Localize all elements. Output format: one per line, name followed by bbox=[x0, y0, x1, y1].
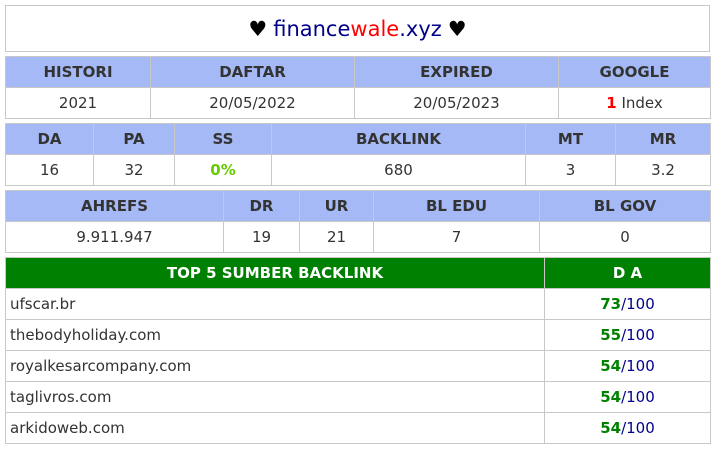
col-bl-gov: BL GOV bbox=[539, 190, 711, 222]
bl-edu-value: 7 bbox=[373, 221, 540, 253]
col-ahrefs: AHREFS bbox=[5, 190, 224, 222]
google-index-count: 1 bbox=[606, 94, 617, 112]
da-max: 100 bbox=[626, 419, 655, 437]
table-header-row: HISTORI DAFTAR EXPIRED GOOGLE bbox=[5, 56, 711, 88]
mt-value: 3 bbox=[525, 154, 616, 186]
backlink-site: taglivros.com bbox=[5, 381, 545, 413]
da-score: 54 bbox=[600, 388, 622, 406]
table-header-row: TOP 5 SUMBER BACKLINK D A bbox=[5, 257, 711, 289]
da-score: 73 bbox=[600, 295, 622, 313]
da-value: 16 bbox=[5, 154, 94, 186]
table-row: 9.911.947 19 21 7 0 bbox=[5, 221, 711, 253]
metrics-table: DA PA SS BACKLINK MT MR 16 32 0% 680 3 3… bbox=[5, 123, 711, 186]
ahrefs-value: 9.911.947 bbox=[5, 221, 224, 253]
da-max: 100 bbox=[626, 295, 655, 313]
col-google: GOOGLE bbox=[558, 56, 711, 88]
domain-part-2: wale bbox=[350, 16, 400, 41]
table-row: taglivros.com 54/100 bbox=[5, 381, 711, 413]
backlink-value: 680 bbox=[271, 154, 526, 186]
backlink-da: 54/100 bbox=[544, 350, 711, 382]
site-title: ♥ financewale.xyz ♥ bbox=[5, 5, 710, 52]
col-da: DA bbox=[5, 123, 94, 155]
col-da-score: D A bbox=[544, 257, 711, 289]
table-row: royalkesarcompany.com 54/100 bbox=[5, 350, 711, 382]
expired-value: 20/05/2023 bbox=[354, 87, 559, 119]
backlink-da: 54/100 bbox=[544, 381, 711, 413]
backlink-site: arkidoweb.com bbox=[5, 412, 545, 444]
col-top-backlink-source: TOP 5 SUMBER BACKLINK bbox=[5, 257, 545, 289]
domain-part-3: .xyz bbox=[399, 16, 442, 41]
table-header-row: AHREFS DR UR BL EDU BL GOV bbox=[5, 190, 711, 222]
da-score: 54 bbox=[600, 357, 622, 375]
pa-value: 32 bbox=[93, 154, 175, 186]
col-pa: PA bbox=[93, 123, 175, 155]
top-backlinks-table: TOP 5 SUMBER BACKLINK D A ufscar.br 73/1… bbox=[5, 257, 711, 444]
col-bl-edu: BL EDU bbox=[373, 190, 540, 222]
table-header-row: DA PA SS BACKLINK MT MR bbox=[5, 123, 711, 155]
mr-value: 3.2 bbox=[615, 154, 711, 186]
backlink-da: 55/100 bbox=[544, 319, 711, 351]
col-ss: SS bbox=[174, 123, 272, 155]
col-mt: MT bbox=[525, 123, 616, 155]
da-max: 100 bbox=[626, 326, 655, 344]
heart-icon-left: ♥ bbox=[248, 16, 268, 41]
backlink-da: 73/100 bbox=[544, 288, 711, 320]
backlink-da: 54/100 bbox=[544, 412, 711, 444]
table-row: arkidoweb.com 54/100 bbox=[5, 412, 711, 444]
table-row: thebodyholiday.com 55/100 bbox=[5, 319, 711, 351]
domain-part-1: finance bbox=[273, 16, 351, 41]
col-daftar: DAFTAR bbox=[150, 56, 355, 88]
da-score: 54 bbox=[600, 419, 622, 437]
table-row: 16 32 0% 680 3 3.2 bbox=[5, 154, 711, 186]
col-ur: UR bbox=[299, 190, 374, 222]
domain-history-table: HISTORI DAFTAR EXPIRED GOOGLE 2021 20/05… bbox=[5, 56, 711, 119]
heart-icon-right: ♥ bbox=[447, 16, 467, 41]
bl-gov-value: 0 bbox=[539, 221, 711, 253]
google-index-label: Index bbox=[616, 94, 663, 112]
table-row: ufscar.br 73/100 bbox=[5, 288, 711, 320]
ss-value: 0% bbox=[174, 154, 272, 186]
col-mr: MR bbox=[615, 123, 711, 155]
da-max: 100 bbox=[626, 388, 655, 406]
col-expired: EXPIRED bbox=[354, 56, 559, 88]
daftar-value: 20/05/2022 bbox=[150, 87, 355, 119]
backlink-site: ufscar.br bbox=[5, 288, 545, 320]
google-value: 1 Index bbox=[558, 87, 711, 119]
ss-percent: 0% bbox=[210, 161, 236, 179]
ahrefs-table: AHREFS DR UR BL EDU BL GOV 9.911.947 19 … bbox=[5, 190, 711, 253]
histori-value: 2021 bbox=[5, 87, 151, 119]
backlink-site: thebodyholiday.com bbox=[5, 319, 545, 351]
col-histori: HISTORI bbox=[5, 56, 151, 88]
da-max: 100 bbox=[626, 357, 655, 375]
col-dr: DR bbox=[223, 190, 300, 222]
table-row: 2021 20/05/2022 20/05/2023 1 Index bbox=[5, 87, 711, 119]
col-backlink: BACKLINK bbox=[271, 123, 526, 155]
dr-value: 19 bbox=[223, 221, 300, 253]
backlink-site: royalkesarcompany.com bbox=[5, 350, 545, 382]
domain-name: financewale.xyz bbox=[273, 17, 442, 41]
ur-value: 21 bbox=[299, 221, 374, 253]
da-score: 55 bbox=[600, 326, 622, 344]
